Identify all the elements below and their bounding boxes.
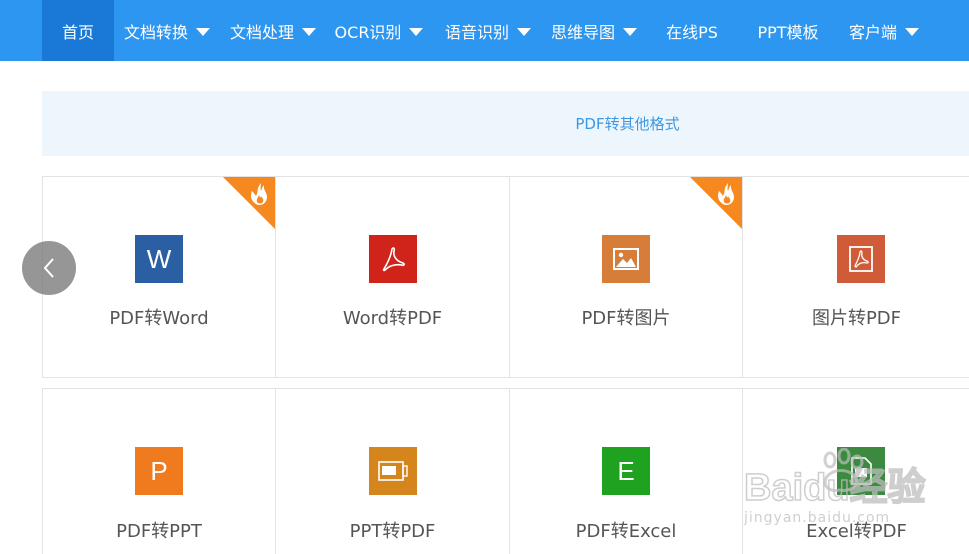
nav-item-online-ps[interactable]: 在线PS [654,0,730,61]
acrobat-icon [837,235,885,283]
tool-label: 图片转PDF [811,308,902,329]
tool-label: PPT转PDF [349,521,436,542]
watermark-url: jingyan.baidu.com [744,510,891,526]
icon-glyph: E [617,455,635,486]
nav-item-home[interactable]: 首页 [42,0,114,61]
top-navigation-bar: 首页 文档转换 文档处理 OCR识别 语音识别 思维导图 在线PS PPT模板 … [0,0,969,61]
nav-item-speech[interactable]: 语音识别 [438,0,538,61]
chevron-down-icon [517,27,531,36]
tool-label: PDF转Word [109,308,209,329]
chevron-down-icon [196,27,210,36]
hot-badge-icon [690,177,742,229]
nav-item-label: 首页 [61,22,94,42]
tool-card-image-to-pdf[interactable]: 图片转PDF [743,177,969,377]
nav-item-label: 文档处理 [229,22,294,42]
chevron-down-icon [623,27,637,36]
chevron-down-icon [302,27,316,36]
nav-item-label: 文档转换 [123,22,188,42]
ppt-pdf-icon [369,447,417,495]
tool-card-pdf-to-ppt[interactable]: P PDF转PPT [43,389,276,554]
nav-item-label: OCR识别 [334,22,402,42]
excel-icon: E [602,447,650,495]
watermark-brand: Baidu经验 [744,467,926,509]
tool-card-pdf-to-word[interactable]: W PDF转Word [43,177,276,377]
chevron-left-icon [43,258,54,278]
nav-item-label: PPT模板 [757,22,819,42]
tool-label: PDF转PPT [116,521,202,542]
category-banner[interactable]: PDF转其他格式 [42,91,969,156]
category-title: PDF转其他格式 [575,115,680,133]
tool-card-word-to-pdf[interactable]: Word转PDF [276,177,510,377]
nav-item-doc-process[interactable]: 文档处理 [224,0,322,61]
tool-label: PDF转图片 [581,308,671,329]
tool-card-ppt-to-pdf[interactable]: PPT转PDF [276,389,510,554]
acrobat-icon [369,235,417,283]
tool-label: PDF转Excel [575,521,677,542]
tool-card-pdf-to-excel[interactable]: E PDF转Excel [510,389,743,554]
carousel-prev-button[interactable] [22,241,76,295]
nav-item-ppt-templates[interactable]: PPT模板 [748,0,828,61]
tool-grid-row: W PDF转Word Word转PDF PDF转图片 图片转PDF [42,176,969,378]
nav-item-doc-convert[interactable]: 文档转换 [118,0,216,61]
nav-item-label: 在线PS [666,22,718,42]
image-icon [602,235,650,283]
word-icon: W [135,235,183,283]
icon-glyph: W [146,243,172,274]
nav-item-label: 思维导图 [550,22,615,42]
chevron-down-icon [409,27,424,36]
nav-item-label: 语音识别 [444,22,509,42]
nav-item-ocr[interactable]: OCR识别 [330,0,428,61]
nav-item-mindmap[interactable]: 思维导图 [545,0,643,61]
powerpoint-icon: P [135,447,183,495]
chevron-down-icon [905,27,919,36]
tool-label: Word转PDF [342,308,443,329]
nav-item-client[interactable]: 客户端 [842,0,926,61]
hot-badge-icon [223,177,275,229]
nav-item-label: 客户端 [848,22,897,42]
icon-glyph: P [150,455,168,486]
tool-card-pdf-to-image[interactable]: PDF转图片 [510,177,743,377]
